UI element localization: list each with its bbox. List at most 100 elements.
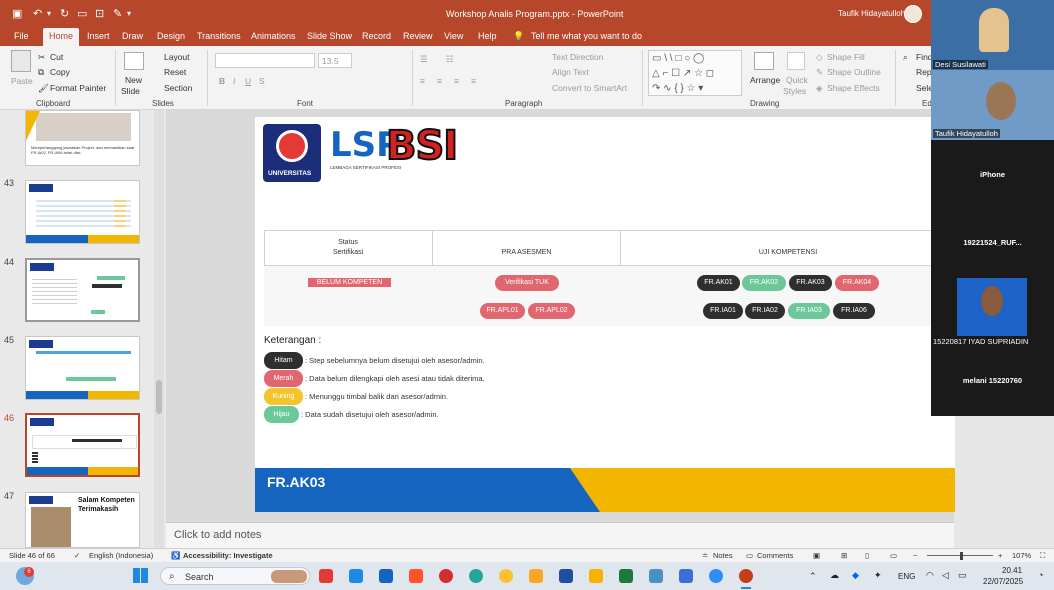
quick-styles-icon[interactable] bbox=[787, 52, 805, 70]
italic-icon[interactable]: I bbox=[233, 76, 235, 86]
clock-date[interactable]: 22/07/2025 bbox=[983, 577, 1023, 586]
slide-sorter-icon[interactable]: ⊞ bbox=[841, 551, 847, 560]
tab-review[interactable]: Review bbox=[403, 31, 433, 41]
section-button[interactable]: Section bbox=[164, 83, 192, 93]
quick-styles-button[interactable]: Quick bbox=[786, 75, 808, 85]
notifications-icon[interactable]: ◔ bbox=[1038, 570, 1043, 580]
brave-icon[interactable] bbox=[409, 569, 423, 583]
participant-video[interactable] bbox=[957, 278, 1027, 336]
scrollbar-thumb[interactable] bbox=[156, 380, 162, 414]
language[interactable]: English (Indonesia) bbox=[89, 551, 153, 560]
spellcheck-icon[interactable]: ✓ bbox=[74, 551, 80, 560]
tab-file[interactable]: File bbox=[14, 31, 29, 41]
bold-icon[interactable]: B bbox=[219, 76, 225, 86]
media-player-icon[interactable] bbox=[319, 569, 333, 583]
tab-insert[interactable]: Insert bbox=[87, 31, 110, 41]
convert-smartart-button[interactable]: Convert to SmartArt bbox=[552, 83, 627, 93]
align-left-icon[interactable]: ≡ bbox=[420, 76, 425, 86]
pill-fr-apl02[interactable]: FR.APL02 bbox=[528, 303, 575, 319]
zoom-in-icon[interactable]: + bbox=[998, 551, 1002, 560]
photos-icon[interactable] bbox=[649, 569, 663, 583]
layout-button[interactable]: Layout bbox=[164, 52, 190, 62]
copy-button[interactable]: Copy bbox=[50, 67, 70, 77]
paste-icon[interactable] bbox=[11, 50, 31, 72]
pill-fr-ak02[interactable]: FR.AK02 bbox=[742, 275, 786, 291]
tab-animations[interactable]: Animations bbox=[251, 31, 296, 41]
edge-icon[interactable] bbox=[469, 569, 483, 583]
shape-fill-button[interactable]: Shape Fill bbox=[827, 52, 865, 62]
arrange-icon[interactable] bbox=[754, 52, 774, 70]
notepad-icon[interactable] bbox=[679, 569, 693, 583]
zoom-icon[interactable] bbox=[709, 569, 723, 583]
cut-button[interactable]: Cut bbox=[50, 52, 63, 62]
tell-me-search[interactable]: Tell me what you want to do bbox=[531, 31, 642, 41]
pill-fr-ia01[interactable]: FR.IA01 bbox=[703, 303, 743, 319]
participant-tile-2[interactable]: Taufik Hidayatulloh bbox=[931, 70, 1054, 140]
tab-transitions[interactable]: Transitions bbox=[197, 31, 241, 41]
slide-thumbnail-43[interactable] bbox=[25, 180, 140, 244]
word-icon[interactable] bbox=[559, 569, 573, 583]
align-right-icon[interactable]: ≡ bbox=[454, 76, 459, 86]
slideshow-start-icon[interactable]: ▭ bbox=[77, 7, 87, 20]
clock-time[interactable]: 20.41 bbox=[1002, 566, 1022, 575]
strikethrough-icon[interactable]: S bbox=[259, 76, 265, 86]
tab-design[interactable]: Design bbox=[157, 31, 185, 41]
pill-fr-ak04[interactable]: FR.AK04 bbox=[835, 275, 879, 291]
shapes-gallery[interactable]: ▭ \ \ □ ○ ◯ △ ⌐ ☐ ↗ ☆ ◻ ↷ ∿ { } ☆ ▾ bbox=[648, 50, 742, 96]
taskbar-search[interactable]: ⌕ Search bbox=[160, 567, 310, 585]
text-direction-button[interactable]: Text Direction bbox=[552, 52, 604, 62]
present-icon[interactable]: ⊡ bbox=[95, 7, 104, 20]
undo-dropdown-icon[interactable]: ▾ bbox=[47, 9, 51, 18]
align-text-button[interactable]: Align Text bbox=[552, 67, 589, 77]
pill-verifikasi-tuk[interactable]: Verifikasi TUK bbox=[495, 275, 559, 291]
align-center-icon[interactable]: ≡ bbox=[437, 76, 442, 86]
format-painter-button[interactable]: Format Painter bbox=[50, 83, 106, 93]
zoom-out-icon[interactable]: − bbox=[913, 551, 917, 560]
participant-name[interactable]: melani 15220760 bbox=[931, 376, 1054, 385]
dropbox-icon[interactable]: ◆ bbox=[852, 570, 859, 581]
slide-46[interactable]: UNIVERSITAS LSP BSI LEMBAGA SERTIFIKASI … bbox=[255, 117, 955, 512]
opera-icon[interactable] bbox=[439, 569, 453, 583]
customize-qa-icon[interactable]: ▾ bbox=[127, 9, 131, 18]
zoom-level[interactable]: 107% bbox=[1012, 551, 1031, 560]
new-slide-button[interactable]: New bbox=[125, 75, 142, 85]
powerpoint-icon[interactable] bbox=[739, 569, 753, 583]
slideshow-view-icon[interactable]: ▭ bbox=[890, 551, 897, 560]
tab-record[interactable]: Record bbox=[362, 31, 391, 41]
pill-fr-ia03[interactable]: FR.IA03 bbox=[788, 303, 830, 319]
slide-thumbnail-42[interactable]: Mempertanggung jawabkan Project, dan mem… bbox=[25, 110, 140, 166]
pill-fr-ia06[interactable]: FR.IA06 bbox=[833, 303, 875, 319]
thumbnails-scrollbar[interactable] bbox=[154, 110, 164, 548]
comments-button[interactable]: Comments bbox=[757, 551, 793, 560]
normal-view-icon[interactable]: ▣ bbox=[813, 551, 820, 560]
tab-home[interactable]: Home bbox=[43, 28, 80, 46]
new-slide-button-line2[interactable]: Slide bbox=[121, 86, 140, 96]
battery-icon[interactable]: ▭ bbox=[958, 570, 967, 581]
font-size-field[interactable]: 13.5 bbox=[318, 53, 352, 68]
font-name-field[interactable] bbox=[215, 53, 315, 68]
tab-draw[interactable]: Draw bbox=[122, 31, 143, 41]
shape-effects-button[interactable]: Shape Effects bbox=[827, 83, 880, 93]
touch-mode-icon[interactable]: ✎ bbox=[113, 7, 122, 20]
wifi-icon[interactable]: ◠ bbox=[926, 570, 934, 581]
participant-name[interactable]: iPhone bbox=[931, 170, 1054, 179]
reset-button[interactable]: Reset bbox=[164, 67, 186, 77]
tab-slide-show[interactable]: Slide Show bbox=[307, 31, 352, 41]
slide-thumbnail-44[interactable] bbox=[25, 258, 140, 322]
tray-overflow-icon[interactable]: ⌃ bbox=[809, 571, 817, 582]
account-name[interactable]: Taufik Hidayatulloh bbox=[838, 9, 905, 18]
outlook-icon[interactable] bbox=[379, 569, 393, 583]
vertical-scrollbar[interactable] bbox=[1044, 416, 1054, 548]
participant-name[interactable]: 19221524_RUF... bbox=[931, 238, 1054, 247]
bluetooth-icon[interactable]: ✦ bbox=[874, 570, 882, 581]
slide-thumbnail-45[interactable] bbox=[25, 336, 140, 400]
replace-button[interactable]: Rep bbox=[916, 67, 932, 77]
fit-to-window-icon[interactable]: ⛶ bbox=[1040, 551, 1045, 561]
numbering-icon[interactable]: ☷ bbox=[446, 54, 454, 65]
underline-icon[interactable]: U bbox=[245, 76, 251, 86]
pill-fr-ak03[interactable]: FR.AK03 bbox=[789, 275, 832, 291]
justify-icon[interactable]: ≡ bbox=[471, 76, 476, 86]
pill-fr-ia02[interactable]: FR.IA02 bbox=[745, 303, 785, 319]
paste-button[interactable]: Paste bbox=[11, 76, 33, 86]
start-icon[interactable] bbox=[133, 568, 148, 583]
